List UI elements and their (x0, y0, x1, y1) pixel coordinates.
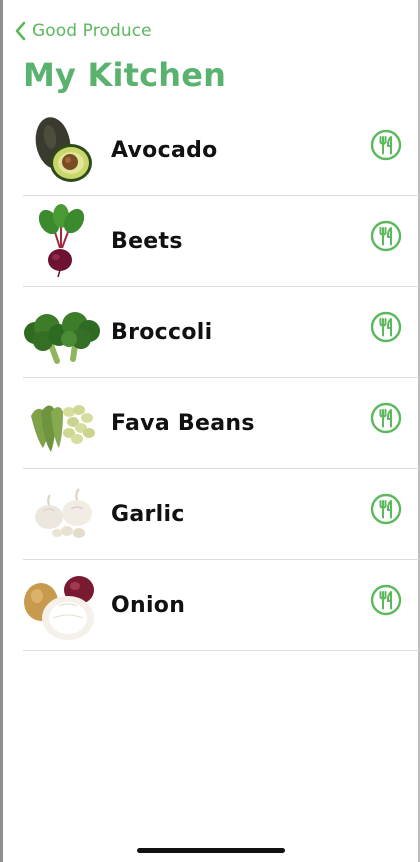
fork-knife-icon (370, 129, 402, 161)
garlic-image (23, 477, 101, 551)
list-item[interactable]: Broccoli (23, 287, 419, 378)
cook-button[interactable] (370, 402, 402, 434)
back-button[interactable]: Good Produce (14, 18, 152, 44)
list-item[interactable]: Onion (23, 560, 419, 651)
back-button-label: Good Produce (32, 21, 152, 41)
item-name: Avocado (111, 137, 218, 163)
item-name: Garlic (111, 501, 185, 527)
page-title: My Kitchen (23, 56, 227, 94)
item-name: Beets (111, 228, 183, 254)
home-indicator[interactable] (137, 848, 285, 853)
device-frame-left (0, 0, 3, 862)
list-item[interactable]: Garlic (23, 469, 419, 560)
cook-button[interactable] (370, 220, 402, 252)
chevron-left-icon (14, 21, 26, 41)
fava-beans-image (23, 386, 101, 460)
fork-knife-icon (370, 402, 402, 434)
item-name: Broccoli (111, 319, 213, 345)
cook-button[interactable] (370, 311, 402, 343)
broccoli-image (23, 295, 101, 369)
cook-button[interactable] (370, 129, 402, 161)
fork-knife-icon (370, 584, 402, 616)
fork-knife-icon (370, 220, 402, 252)
beet-image (23, 204, 101, 278)
produce-list: Avocado Beets Broccoli Fava Beans Garlic… (23, 105, 419, 651)
cook-button[interactable] (370, 584, 402, 616)
list-item[interactable]: Beets (23, 196, 419, 287)
item-name: Onion (111, 592, 186, 618)
list-item[interactable]: Fava Beans (23, 378, 419, 469)
avocado-image (23, 113, 101, 187)
fork-knife-icon (370, 493, 402, 525)
cook-button[interactable] (370, 493, 402, 525)
item-name: Fava Beans (111, 410, 255, 436)
list-item[interactable]: Avocado (23, 105, 419, 196)
fork-knife-icon (370, 311, 402, 343)
onion-image (23, 568, 101, 642)
